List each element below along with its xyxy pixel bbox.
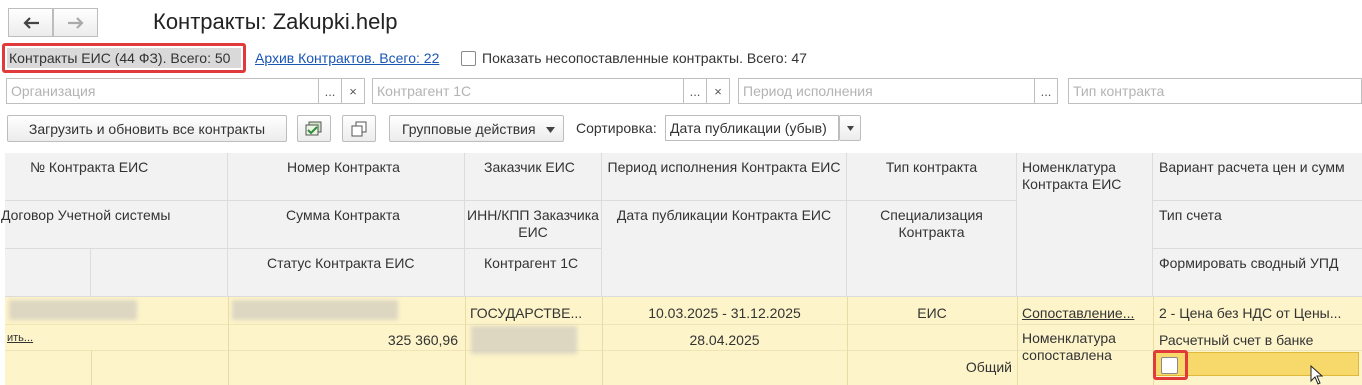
- row-divider: [5, 324, 1362, 325]
- nomenclature-match-link[interactable]: Сопоставление...: [1022, 305, 1134, 322]
- unmatched-checkbox[interactable]: [461, 51, 476, 66]
- header-counterparty-1c: Контрагент 1С: [484, 255, 579, 271]
- period-field[interactable]: Период исполнения: [738, 78, 1035, 104]
- header-customer-inn: ИНН/КПП Заказчика ЕИС: [467, 207, 599, 240]
- sort-label: Сортировка:: [576, 120, 657, 136]
- redacted-contract-eis: [9, 300, 137, 320]
- page-title: Контракты: Zakupki.help: [153, 9, 398, 34]
- organization-clear-button[interactable]: ×: [341, 78, 365, 104]
- header-price-variant: Вариант расчета цен и сумм: [1159, 159, 1345, 175]
- organization-field[interactable]: Организация: [6, 78, 319, 104]
- header-contract-number: Номер Контракта: [287, 159, 400, 175]
- header-customer: Заказчик ЕИС: [484, 159, 575, 175]
- header-combined-upd: Формировать сводный УПД: [1159, 255, 1339, 271]
- sort-dropdown-button[interactable]: [839, 115, 861, 141]
- contract-type-value: ЕИС: [917, 305, 947, 321]
- redacted-inn: [471, 326, 577, 354]
- header-cell[interactable]: Сумма Контракта: [228, 201, 465, 249]
- combined-upd-checkbox[interactable]: [1161, 357, 1178, 374]
- group-actions-button[interactable]: Групповые действия: [389, 115, 564, 142]
- nomenclature-status: Номенклатура сопоставлена: [1022, 330, 1116, 363]
- header-period: Период исполнения Контракта ЕИС: [607, 159, 841, 175]
- arrow-left-icon: [22, 16, 39, 29]
- header-cell[interactable]: Номенклатура Контракта ЕИС: [1017, 153, 1153, 297]
- header-contract-amount: Сумма Контракта: [286, 207, 400, 223]
- contract-amount: 325 360,96: [387, 332, 458, 348]
- header-cell[interactable]: Период исполнения Контракта ЕИС: [602, 153, 847, 201]
- header-cell[interactable]: Статус Контракта ЕИС: [228, 249, 465, 297]
- header-nomenclature: Номенклатура Контракта ЕИС: [1022, 159, 1122, 192]
- col-divider: [91, 350, 92, 385]
- tab-eis-contracts-label: Контракты ЕИС (44 ФЗ). Всего: 50: [7, 48, 241, 68]
- accounting-contract-link[interactable]: ить...: [7, 330, 33, 347]
- contracts-table: № Контракта ЕИС Договор Учетной системы …: [1, 153, 1362, 385]
- back-button[interactable]: [8, 8, 53, 37]
- header-specialization: Специализация Контракта: [880, 207, 983, 240]
- copy-button[interactable]: [342, 115, 376, 142]
- header-cell[interactable]: № Контракта ЕИС: [5, 153, 228, 201]
- header-contract-status: Статус Контракта ЕИС: [267, 255, 415, 271]
- unmatched-checkbox-label: Показать несопоставленные контракты. Все…: [482, 50, 807, 66]
- account-type-value: Расчетный счет в банке: [1159, 332, 1314, 348]
- counterparty-field[interactable]: Контрагент 1С: [372, 78, 684, 104]
- header-cell[interactable]: Заказчик ЕИС: [465, 153, 602, 201]
- header-cell: [5, 249, 91, 297]
- header-publication-date: Дата публикации Контракта ЕИС: [616, 207, 832, 223]
- organization-choose-button[interactable]: ...: [318, 78, 342, 104]
- header-accounting-contract: Договор Учетной системы: [1, 207, 171, 223]
- header-cell[interactable]: Договор Учетной системы: [1, 201, 228, 249]
- header-cell[interactable]: Формировать сводный УПД: [1153, 249, 1362, 297]
- arrow-right-icon: [67, 16, 84, 29]
- header-cell: [91, 249, 228, 297]
- chevron-down-icon: [846, 125, 854, 131]
- col-divider: [1017, 297, 1018, 385]
- header-cell[interactable]: Номер Контракта: [228, 153, 465, 201]
- contract-type-field[interactable]: Тип контракта: [1068, 78, 1362, 104]
- copy-icon: [351, 121, 367, 136]
- archive-contracts-link[interactable]: Архив Контрактов. Всего: 22: [255, 50, 439, 66]
- counterparty-clear-button[interactable]: ×: [706, 78, 730, 104]
- header-contract-eis: № Контракта ЕИС: [30, 159, 149, 175]
- load-update-button[interactable]: Загрузить и обновить все контракты: [7, 115, 287, 142]
- header-cell[interactable]: Вариант расчета цен и сумм: [1153, 153, 1362, 201]
- tab-eis-contracts[interactable]: Контракты ЕИС (44 ФЗ). Всего: 50: [2, 43, 246, 73]
- cursor-icon: [1310, 365, 1324, 385]
- header-account-type: Тип счета: [1159, 207, 1222, 223]
- header-cell[interactable]: ИНН/КПП Заказчика ЕИС: [465, 201, 602, 249]
- header-contract-type: Тип контракта: [885, 159, 978, 175]
- header-cell[interactable]: Тип счета: [1153, 201, 1362, 249]
- edit-selected-button[interactable]: [297, 115, 331, 142]
- header-cell[interactable]: Контрагент 1С: [465, 249, 602, 297]
- counterparty-choose-button[interactable]: ...: [683, 78, 707, 104]
- group-actions-label: Групповые действия: [402, 120, 536, 137]
- col-divider: [465, 297, 466, 385]
- redacted-contract-number: [232, 300, 398, 320]
- sort-select[interactable]: Дата публикации (убыв): [665, 115, 839, 141]
- header-cell[interactable]: Специализация Контракта: [847, 201, 1017, 297]
- customer-name: ГОСУДАРСТВЕ...: [470, 305, 583, 321]
- price-variant-value: 2 - Цена без НДС от Цены...: [1159, 305, 1342, 321]
- chevron-down-icon: [546, 127, 555, 133]
- publication-date: 28.04.2025: [689, 332, 760, 348]
- contract-period: 10.03.2025 - 31.12.2025: [648, 305, 801, 321]
- period-choose-button[interactable]: ...: [1034, 78, 1058, 104]
- forward-button[interactable]: [53, 8, 98, 37]
- specialization-value: Общий: [965, 359, 1012, 375]
- header-cell[interactable]: Дата публикации Контракта ЕИС: [602, 201, 847, 297]
- checklist-icon: [305, 121, 322, 135]
- header-cell[interactable]: Тип контракта: [847, 153, 1017, 201]
